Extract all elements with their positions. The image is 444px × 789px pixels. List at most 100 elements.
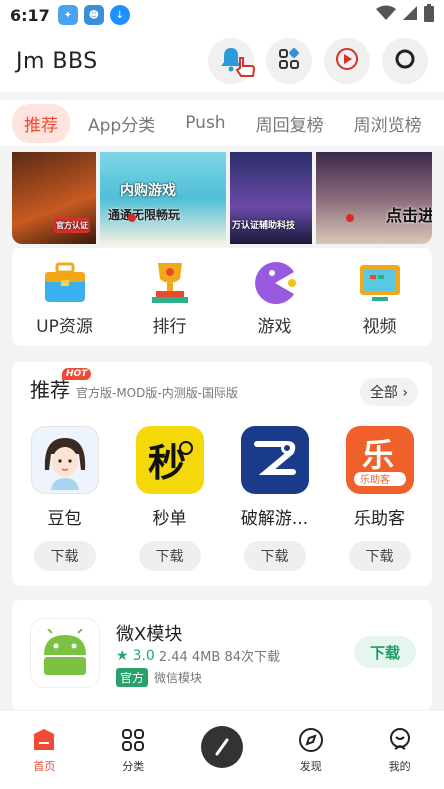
- avatar-girl-icon: [30, 426, 99, 494]
- download-button[interactable]: 下载: [33, 541, 96, 571]
- svg-text:乐: 乐: [362, 436, 394, 472]
- app-card[interactable]: 乐 乐助客 乐助客 下载: [330, 426, 430, 571]
- download-button[interactable]: 下载: [348, 541, 411, 571]
- banner-caption: 内购游戏: [120, 183, 176, 199]
- signal-icon: [402, 5, 418, 25]
- hot-badge: HOT: [62, 368, 92, 380]
- app-name: 秒单: [152, 509, 187, 529]
- category-up-resources[interactable]: UP资源: [20, 260, 110, 337]
- category-tag: 微信模块: [154, 671, 203, 685]
- nav-home[interactable]: 首页: [14, 726, 74, 774]
- nav-discover[interactable]: 发现: [281, 726, 341, 774]
- tab-week-more[interactable]: 周: [440, 104, 444, 143]
- mascot-notification-icon: ☻: [83, 5, 104, 25]
- apps-button[interactable]: [266, 38, 312, 84]
- app-name: 微X模块: [116, 624, 183, 645]
- app-name: 豆包: [47, 509, 82, 529]
- apps-grid-icon: [278, 48, 300, 74]
- recommend-section: 推荐 HOT 官方版-MOD版-内测版-国际版 全部 › 豆包 下载 秒 秒单 …: [12, 362, 432, 586]
- official-tag: 官方: [116, 668, 149, 687]
- tab-weekly-replies[interactable]: 周回复榜: [244, 104, 336, 143]
- nav-profile[interactable]: 我的: [370, 726, 430, 774]
- nav-label: 发现: [299, 760, 322, 773]
- app-size-downloads: 2.44 4MB 84次下载: [158, 650, 280, 665]
- app-card[interactable]: 豆包 下载: [15, 426, 115, 571]
- banner-slide[interactable]: 内购游戏 通通无限畅玩: [100, 152, 226, 244]
- recommend-header: 推荐 HOT 官方版-MOD版-内测版-国际版: [30, 368, 239, 403]
- tab-recommend[interactable]: 推荐: [12, 103, 70, 143]
- notification-button[interactable]: [208, 38, 256, 84]
- view-all-label: 全部: [369, 385, 398, 401]
- compass-icon: [297, 726, 325, 754]
- bottom-navigation: 首页 分类 发现 我的: [0, 711, 444, 789]
- nav-label: 我的: [388, 760, 411, 773]
- tv-icon: [357, 260, 403, 306]
- download-button[interactable]: 下载: [243, 541, 306, 571]
- trophy-icon: [147, 260, 193, 306]
- grid-icon: [119, 726, 147, 754]
- banner-caption: 官方认证: [54, 218, 90, 233]
- svg-text:乐助客: 乐助客: [360, 473, 390, 486]
- app-tags: 官方 微信模块: [116, 668, 202, 687]
- nav-label: 首页: [33, 760, 56, 773]
- recommend-app-list: 豆包 下载 秒 秒单 下载 破解游... 下载 乐 乐助客 乐助客 下载: [12, 426, 432, 571]
- pacman-icon: [252, 260, 298, 306]
- category-label: UP资源: [36, 317, 93, 337]
- lezhuke-logo-icon: 乐 乐助客: [345, 426, 414, 494]
- chevron-right-icon: ›: [402, 385, 408, 401]
- tab-weekly-views[interactable]: 周浏览榜: [342, 104, 434, 143]
- banner-caption: 点击进: [386, 206, 432, 225]
- download-button[interactable]: 下载: [354, 636, 416, 668]
- category-label: 游戏: [257, 317, 292, 337]
- nav-label: 分类: [122, 760, 145, 773]
- star-icon: ★: [116, 647, 129, 664]
- app-title: Jm BBS: [16, 48, 98, 74]
- home-icon: [30, 726, 58, 754]
- pointer-hand-icon: [234, 56, 256, 82]
- app-name: 乐助客: [354, 509, 405, 529]
- banner-carousel[interactable]: 官方认证 内购游戏 通通无限畅玩 万认证辅助科技 点击进: [12, 152, 432, 244]
- play-icon: [335, 47, 359, 75]
- app-card[interactable]: 破解游... 下载: [225, 426, 325, 571]
- crack-game-logo-icon: [240, 426, 309, 494]
- banner-caption: 万认证辅助科技: [232, 221, 296, 231]
- section-subtitle: 官方版-MOD版-内测版-国际版: [76, 386, 239, 400]
- battery-icon: [424, 4, 434, 26]
- status-bar: 6:17 ✦ ☻ ↓: [0, 0, 444, 30]
- wifi-icon: [376, 5, 396, 25]
- nav-category[interactable]: 分类: [103, 726, 163, 774]
- category-shortcuts: UP资源 排行 游戏 视频: [12, 248, 432, 346]
- category-label: 排行: [152, 317, 187, 337]
- category-label: 视频: [362, 317, 397, 337]
- banner-slide[interactable]: 万认证辅助科技: [230, 152, 312, 244]
- tab-app-category[interactable]: App分类: [76, 104, 167, 143]
- app-rating: 3.0: [132, 647, 155, 664]
- view-all-button[interactable]: 全部 ›: [359, 378, 418, 406]
- category-video[interactable]: 视频: [335, 260, 425, 337]
- profile-icon: [386, 726, 414, 754]
- status-time: 6:17: [10, 5, 50, 25]
- nav-compose[interactable]: [192, 726, 252, 768]
- miaodan-logo-icon: 秒: [135, 426, 204, 494]
- tab-bar: 推荐 App分类 Push 周回复榜 周浏览榜 周: [0, 100, 444, 146]
- download-notification-icon: ↓: [109, 5, 130, 25]
- android-icon: [30, 618, 100, 688]
- app-list-item[interactable]: 微X模块 ★ 3.0 2.44 4MB 84次下载 官方 微信模块 下载: [12, 600, 432, 710]
- compose-icon: [200, 726, 243, 768]
- toolbox-icon: [42, 260, 88, 306]
- app-meta: ★ 3.0 2.44 4MB 84次下载: [116, 646, 280, 666]
- category-games[interactable]: 游戏: [230, 260, 320, 337]
- app-name: 破解游...: [240, 509, 309, 529]
- search-button[interactable]: [382, 38, 428, 84]
- banner-slide[interactable]: 官方认证: [12, 152, 96, 244]
- banner-caption: 通通无限畅玩: [108, 208, 181, 222]
- search-icon: [393, 47, 417, 75]
- video-button[interactable]: [324, 38, 370, 84]
- tab-push[interactable]: Push: [173, 106, 237, 140]
- download-button[interactable]: 下载: [138, 541, 201, 571]
- banner-slide[interactable]: 点击进: [316, 152, 432, 244]
- app-notification-icon: ✦: [57, 5, 78, 25]
- category-ranking[interactable]: 排行: [125, 260, 215, 337]
- app-card[interactable]: 秒 秒单 下载: [120, 426, 220, 571]
- app-header: Jm BBS: [0, 30, 444, 92]
